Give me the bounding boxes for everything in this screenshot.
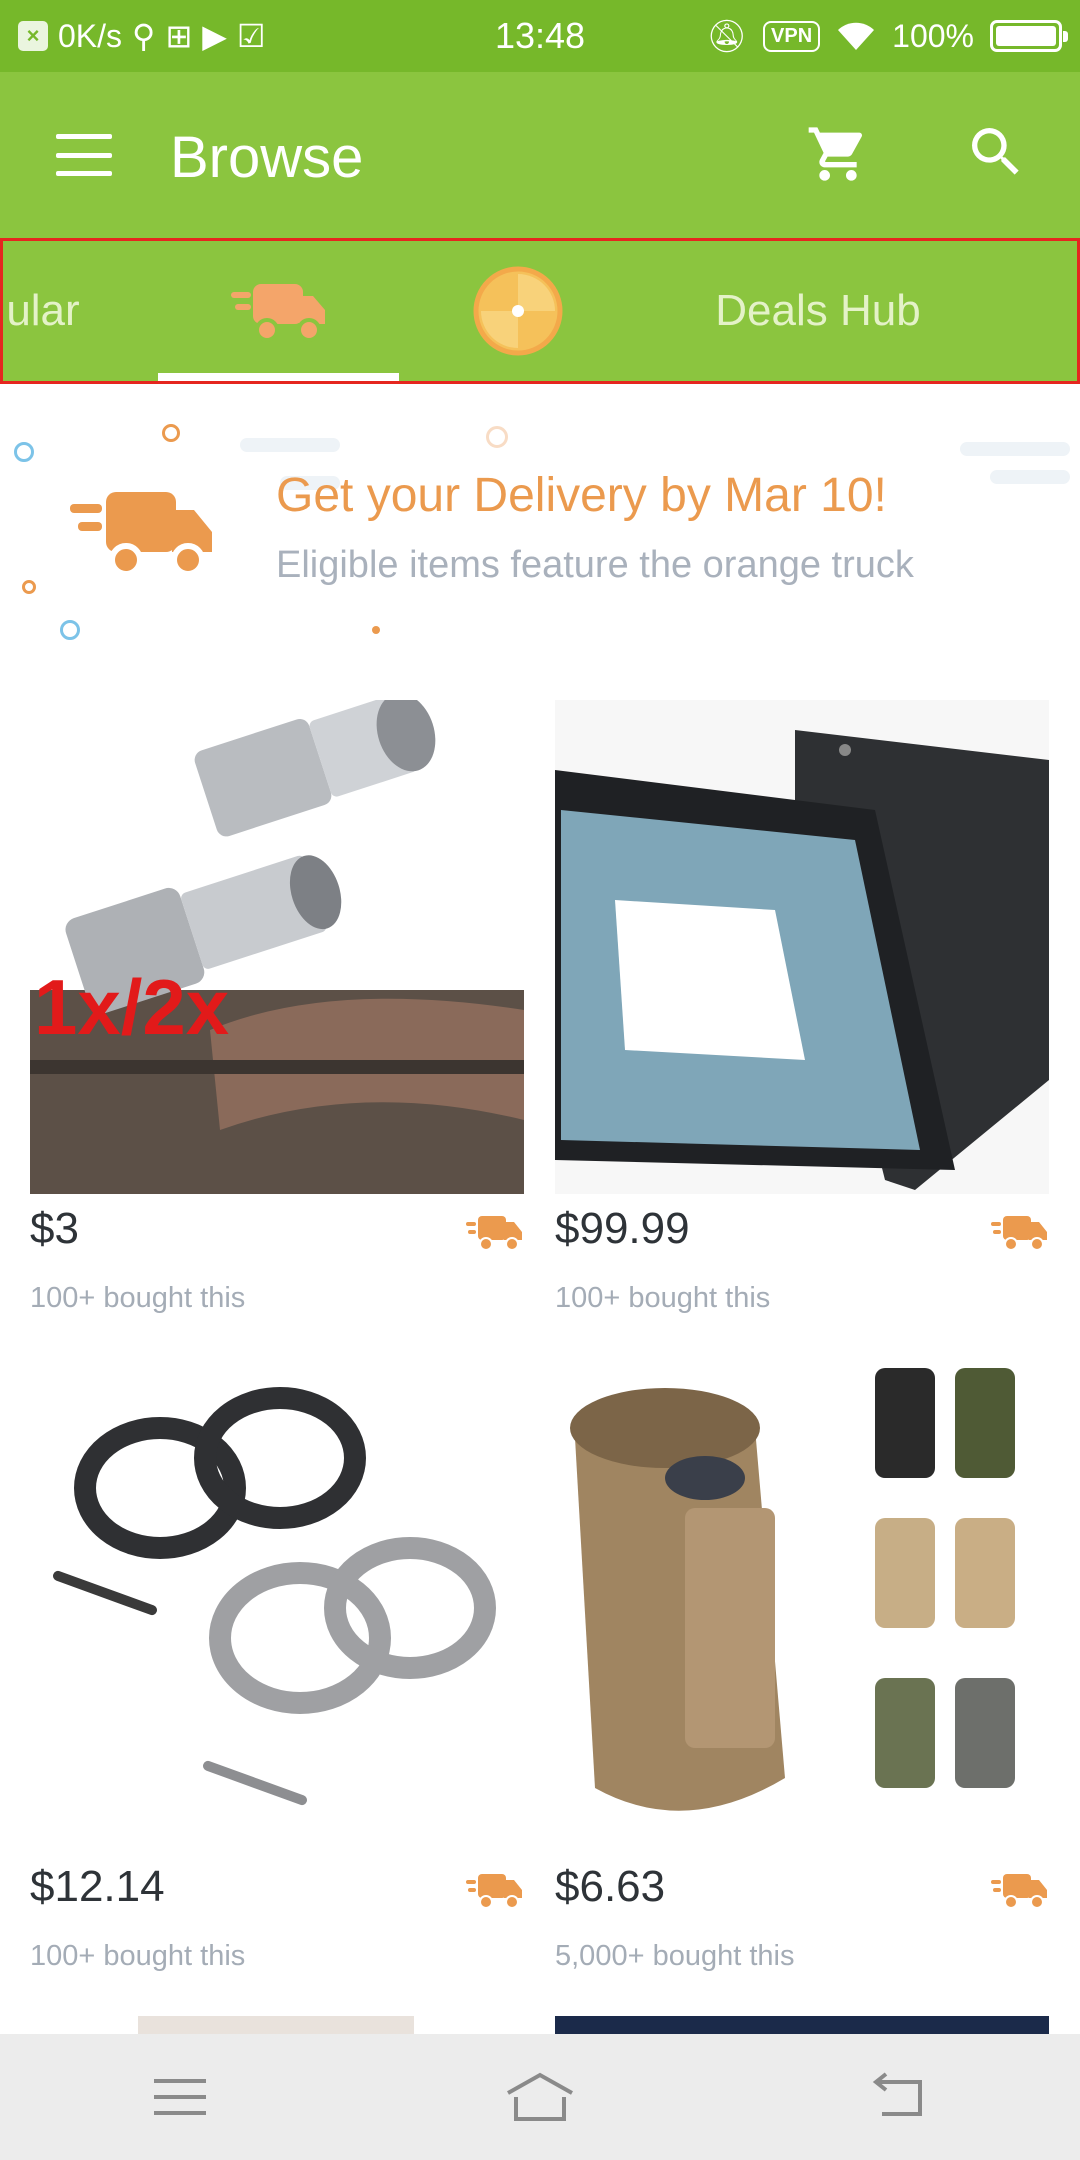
o2-sensor-spacer-image: [30, 700, 524, 1194]
orange-truck-icon: [466, 1874, 522, 1909]
net-speed: 0K/s: [58, 17, 123, 54]
home-button[interactable]: [480, 2052, 600, 2142]
delivery-banner[interactable]: Get your Delivery by Mar 10! Eligible it…: [0, 386, 1080, 658]
decorative-dot: [22, 580, 36, 594]
chromebook-laptop-image: [555, 730, 1049, 1190]
product-image: [555, 1358, 1049, 1852]
product-image: 1x/2x: [30, 700, 524, 1194]
page-title: Browse: [170, 125, 364, 190]
status-right-group: 🔕︎ VPN 100%: [706, 17, 1068, 55]
decorative-line: [960, 442, 1070, 456]
search-icon[interactable]: [964, 120, 1028, 184]
mute-bell-icon: 🔕︎: [706, 18, 748, 54]
recent-apps-button[interactable]: [120, 2052, 240, 2142]
product-card[interactable]: 1x/2x $3 100+ bought this: [30, 700, 524, 1314]
tab-next[interactable]: I: [1053, 241, 1078, 381]
product-image-label: 1x/2x: [34, 963, 230, 1051]
product-card[interactable]: $99.99 100+ bought this: [555, 700, 1049, 1314]
tactical-pouch-image: [570, 1368, 1015, 1811]
spin-wheel-icon: [473, 266, 563, 356]
product-bought-count: 100+ bought this: [30, 1282, 246, 1314]
tab-delivery-truck[interactable]: [158, 241, 399, 381]
delivery-truck-icon: [230, 284, 325, 342]
hamburger-menu-icon[interactable]: [56, 134, 112, 176]
handcuffs-image: [53, 1387, 496, 1806]
app-bar: Browse: [0, 72, 1080, 238]
product-card[interactable]: $6.63 5,000+ bought this: [555, 1358, 1049, 1972]
usb-debug-icon: ⊞: [165, 18, 193, 54]
product-card[interactable]: $12.14 100+ bought this: [30, 1358, 524, 1972]
product-price: $12.14: [30, 1862, 165, 1911]
product-price: $99.99: [555, 1204, 690, 1253]
play-icon: ▶: [202, 18, 227, 54]
task-check-icon: ☑: [236, 18, 266, 54]
wifi-icon: [838, 22, 875, 50]
orange-truck-icon: [466, 1216, 522, 1251]
shopping-cart-icon[interactable]: [806, 122, 870, 186]
decorative-dot: [14, 442, 34, 462]
product-price: $6.63: [555, 1862, 666, 1911]
tab-selected-indicator: [158, 373, 399, 381]
menu-lines-icon: [154, 2079, 206, 2115]
decorative-dot: [372, 626, 380, 634]
product-bought-count: 100+ bought this: [555, 1282, 771, 1314]
banner-title: Get your Delivery by Mar 10!: [276, 469, 887, 522]
decorative-dot: [162, 424, 180, 442]
category-tab-bar: ular Deals Hub I: [0, 238, 1080, 384]
tab-deals-hub[interactable]: Deals Hub: [663, 241, 973, 381]
battery-level-fill: [996, 26, 1056, 46]
tab-spin-wheel[interactable]: [423, 241, 613, 381]
tab-popular[interactable]: ular: [3, 241, 103, 381]
status-left-group: × 0K/s ⚲ ⊞ ▶ ☑: [18, 17, 266, 55]
usb-icon: ⚲: [132, 18, 156, 54]
battery-percent: 100%: [892, 17, 974, 54]
product-bought-count: 5,000+ bought this: [555, 1940, 795, 1972]
decorative-line: [990, 470, 1070, 484]
orange-truck-icon: [991, 1874, 1047, 1909]
battery-icon: [990, 20, 1068, 52]
decorative-dot: [486, 426, 508, 448]
tab-label: Deals Hub: [715, 286, 921, 335]
vpn-badge: VPN: [763, 20, 821, 52]
product-price: $3: [30, 1204, 79, 1253]
close-notification-icon: ×: [18, 21, 48, 51]
decorative-line: [240, 438, 340, 452]
banner-subtitle: Eligible items feature the orange truck: [276, 544, 914, 586]
back-icon: [872, 2072, 922, 2116]
system-navigation-bar: [0, 2034, 1080, 2160]
orange-truck-icon: [991, 1216, 1047, 1251]
orange-truck-icon: [70, 492, 212, 577]
status-bar: × 0K/s ⚲ ⊞ ▶ ☑ 13:48 🔕︎ VPN 100%: [0, 0, 1080, 72]
product-image: [555, 700, 1049, 1194]
product-image: [30, 1358, 524, 1852]
tab-label: ular: [6, 286, 80, 335]
home-icon: [507, 2072, 573, 2121]
decorative-dot: [60, 620, 80, 640]
product-bought-count: 100+ bought this: [30, 1940, 246, 1972]
back-button[interactable]: [840, 2052, 960, 2142]
